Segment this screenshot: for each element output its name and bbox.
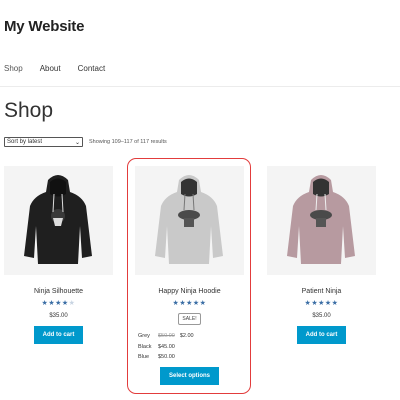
variant-name: Blue: [138, 354, 150, 360]
variant-name: Black: [138, 343, 152, 350]
site-title[interactable]: My Website: [4, 18, 84, 35]
nav-item-shop[interactable]: Shop: [4, 64, 23, 73]
chevron-down-icon: ⌄: [74, 139, 80, 146]
sale-badge: SALE!: [178, 313, 201, 325]
variant-price: $45.00: [158, 343, 175, 350]
result-count: Showing 109–117 of 117 results: [89, 139, 167, 145]
select-options-button[interactable]: Select options: [159, 366, 219, 385]
patient-ninja-hoodie-image[interactable]: [267, 166, 376, 275]
page-title: Shop: [4, 99, 54, 122]
happy-ninja-hoodie-image[interactable]: [135, 166, 244, 275]
star-rating: ★★★★★: [267, 300, 376, 307]
star-rating: ★★★★★: [4, 300, 113, 307]
variant-price: $50.00: [158, 354, 175, 360]
variant-old-price: $50.00: [158, 333, 175, 339]
star-icon: ★: [199, 300, 207, 307]
variant-row: Black $45.00: [138, 342, 244, 353]
star-rating: ★★★★★: [135, 300, 244, 307]
variant-name: Grey: [138, 333, 150, 339]
header-divider: [0, 86, 400, 87]
variant-row: Grey $50.00 $2.00: [138, 331, 244, 342]
product-card: Happy Ninja Hoodie ★★★★★ SALE! Grey $50.…: [135, 166, 244, 385]
product-name[interactable]: Happy Ninja Hoodie: [135, 288, 244, 295]
product-name[interactable]: Ninja Silhouette: [4, 288, 113, 295]
product-price: $35.00: [312, 313, 331, 319]
nav-item-contact[interactable]: Contact: [78, 64, 106, 73]
star-icon: ★: [324, 300, 332, 307]
star-icon: ★: [331, 300, 339, 307]
star-icon: ★: [318, 300, 325, 307]
product-name[interactable]: Patient Ninja: [267, 288, 376, 295]
sort-select[interactable]: Sort by latest ⌄: [4, 137, 83, 147]
product-card: Patient Ninja ★★★★★ $35.00 Add to cart: [267, 166, 376, 344]
variant-price-list: Grey $50.00 $2.00 Black $45.00 Blue $50.…: [135, 331, 244, 363]
nav-item-about[interactable]: About: [40, 64, 61, 73]
variant-price: $2.00: [179, 333, 194, 339]
add-to-cart-button[interactable]: Add to cart: [33, 326, 84, 344]
sort-select-value: Sort by latest: [7, 139, 43, 145]
product-price: $35.00: [49, 313, 68, 319]
star-icon: ★: [192, 300, 200, 307]
star-icon: ★: [55, 300, 62, 307]
ninja-silhouette-hoodie-image[interactable]: [4, 166, 113, 275]
product-card: Ninja Silhouette ★★★★★ $35.00 Add to car…: [4, 166, 113, 344]
primary-nav: Shop About Contact: [4, 64, 105, 73]
hoodie-icon: [287, 175, 355, 264]
add-to-cart-button[interactable]: Add to cart: [296, 326, 347, 344]
hoodie-icon: [24, 175, 92, 264]
variant-row: Blue $50.00: [138, 352, 244, 363]
star-icon: ★: [61, 300, 69, 307]
hoodie-icon: [155, 175, 223, 264]
star-icon: ★: [186, 300, 193, 307]
star-icon: ★: [68, 300, 76, 307]
